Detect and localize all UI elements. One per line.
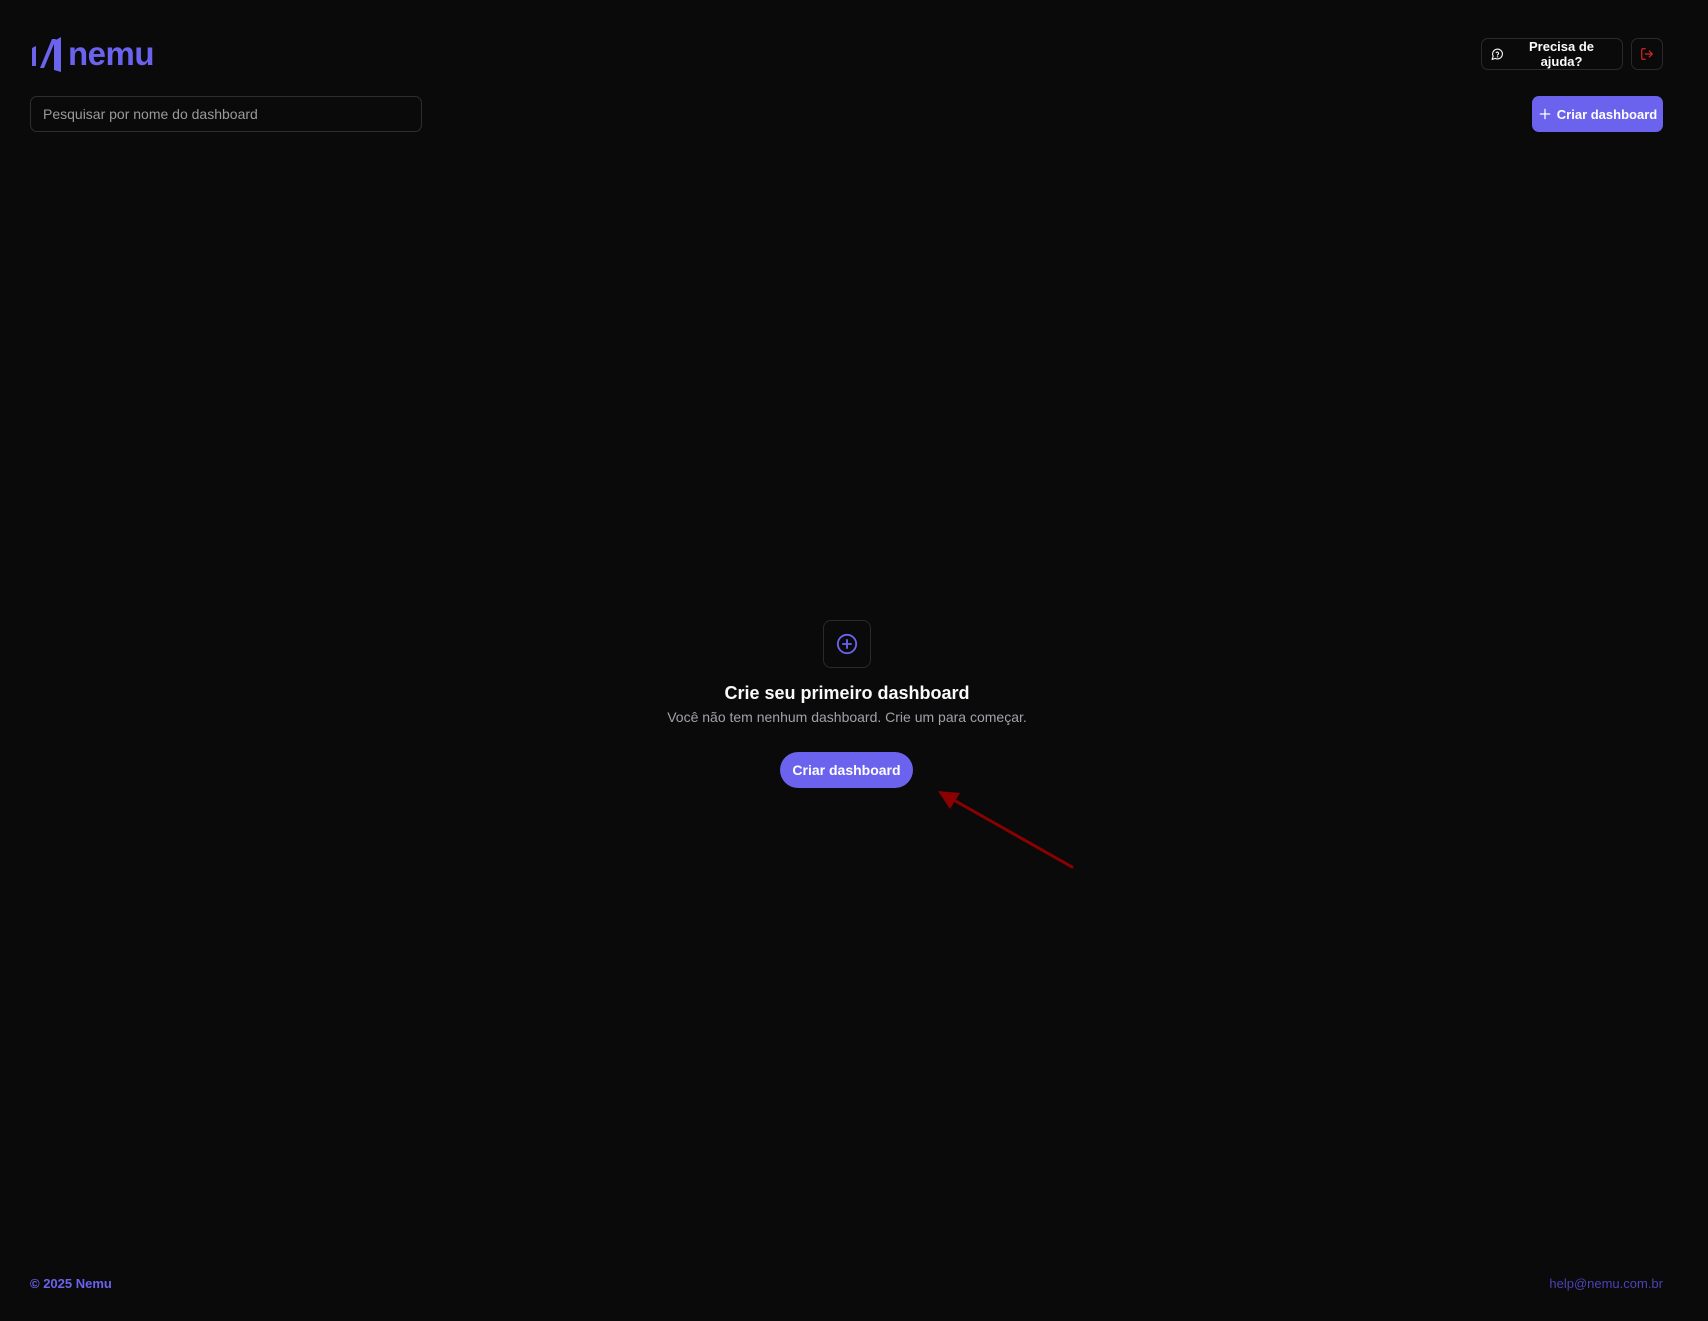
log-out-icon xyxy=(1641,48,1653,60)
logo-text: nemu xyxy=(68,35,155,72)
help-button-label: Precisa de ajuda? xyxy=(1528,39,1595,69)
empty-state-icon-box xyxy=(823,620,871,668)
plus-circle-icon xyxy=(836,633,858,655)
nemu-logo-icon xyxy=(32,37,61,72)
search-input[interactable] xyxy=(30,96,422,132)
help-button[interactable]: Precisa de ajuda? xyxy=(1481,38,1623,70)
create-dashboard-label: Criar dashboard xyxy=(1556,106,1658,122)
empty-state-title: Crie seu primeiro dashboard xyxy=(724,683,970,703)
copyright: © 2025 Nemu xyxy=(30,1276,112,1291)
empty-state-description: Você não tem nenhum dashboard. Crie um p… xyxy=(667,709,1027,725)
logout-button[interactable] xyxy=(1631,38,1663,70)
create-dashboard-button[interactable]: Criar dashboard xyxy=(1532,96,1663,132)
message-circle-icon xyxy=(1491,48,1503,60)
logo[interactable]: nemu xyxy=(30,35,155,72)
create-first-dashboard-button[interactable]: Criar dashboard xyxy=(780,752,913,788)
help-email-link[interactable]: help@nemu.com.br xyxy=(1549,1276,1663,1291)
plus-icon xyxy=(1539,108,1551,120)
dashboards-page: nemu Precisa de ajuda? Criar dashboard xyxy=(0,0,1708,1321)
annotation-arrow-icon xyxy=(938,791,1074,869)
